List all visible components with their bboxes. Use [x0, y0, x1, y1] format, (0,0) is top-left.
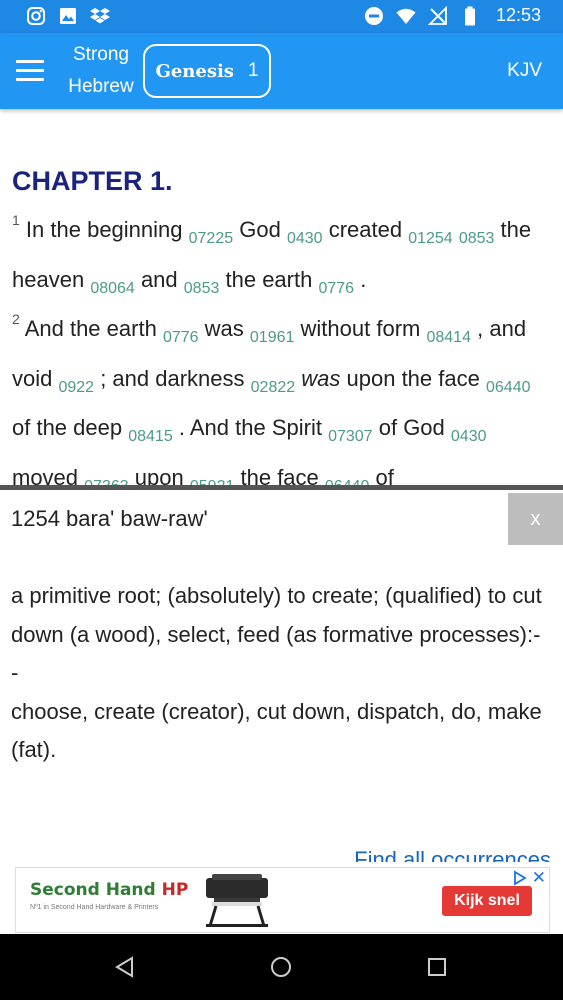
verse-text: .	[360, 266, 367, 292]
definition-line: a primitive root; (absolutely) to create…	[11, 583, 542, 608]
do-not-disturb-icon	[364, 6, 383, 25]
strong-number-link[interactable]: 06440	[486, 379, 531, 396]
verse-number: 1	[12, 212, 20, 228]
instagram-icon	[27, 7, 45, 25]
verse-text: and	[140, 266, 178, 292]
strong-number-link[interactable]: 01961	[250, 329, 295, 346]
menu-icon[interactable]	[16, 60, 44, 82]
battery-icon	[464, 6, 475, 25]
chapter-heading: CHAPTER 1.	[12, 166, 173, 196]
strong-label: Strong	[73, 44, 129, 65]
definition-line: choose, create (creator), cut down, disp…	[11, 698, 542, 763]
definition-body: a primitive root; (absolutely) to create…	[11, 577, 546, 770]
strong-number-link[interactable]: 0853	[459, 230, 495, 247]
hebrew-label: Hebrew	[68, 76, 134, 97]
verse-text: God	[239, 217, 281, 242]
verse-text: God	[403, 415, 445, 440]
strong-definition-panel: 1254 bara' baw-raw' x a primitive root; …	[0, 490, 563, 862]
book-name: Genesis	[155, 60, 234, 82]
strong-hebrew-toggle[interactable]: Strong Hebrew	[60, 39, 142, 103]
verse-text-italic: was	[301, 365, 341, 391]
verse-text: . And the Spirit	[178, 415, 322, 440]
chapter-number: 1	[247, 60, 259, 81]
verse-text: upon the	[346, 365, 433, 391]
app-bar: Strong Hebrew Genesis 1 KJV	[0, 33, 563, 109]
gallery-icon	[60, 8, 76, 24]
ad-close-icon[interactable]: ✕	[532, 868, 546, 888]
close-definition-button[interactable]: x	[508, 493, 563, 545]
strong-number-link[interactable]: 0853	[184, 280, 220, 297]
strong-number-link[interactable]: 07307	[328, 428, 373, 445]
version-selector[interactable]: KJV	[507, 60, 542, 82]
adchoices-icon[interactable]	[511, 870, 527, 886]
no-signal-icon	[427, 5, 447, 25]
verse-text: created	[328, 217, 403, 242]
strong-number-link[interactable]: 01254	[408, 230, 453, 247]
back-icon[interactable]	[113, 955, 137, 979]
verse-text: ,	[477, 316, 484, 341]
verse-text: face	[438, 365, 480, 391]
strong-number-link[interactable]: 08415	[128, 428, 173, 445]
strong-number-link[interactable]: 0776	[318, 280, 354, 297]
verse-text: of the deep	[12, 415, 123, 440]
strong-number-link[interactable]: 0776	[163, 329, 199, 346]
wifi-icon	[396, 8, 416, 24]
strong-number-link[interactable]: 08414	[426, 329, 471, 346]
verse-text: the earth	[225, 266, 313, 292]
bible-text-pane[interactable]: CHAPTER 1. 1 In the beginning 07225 God …	[0, 109, 563, 485]
definition-line: down (a wood), select, feed (as formativ…	[11, 621, 541, 686]
verse-text: upon	[134, 464, 184, 486]
strong-number-link[interactable]: 0922	[58, 379, 94, 396]
notification-icons	[26, 6, 110, 26]
verse-text: the face	[240, 464, 319, 486]
navigation-bar	[0, 934, 563, 1000]
strong-number-link[interactable]: 08064	[90, 280, 135, 297]
verse-text: ; and darkness	[100, 365, 245, 391]
ad-brand: Second Hand HP	[30, 880, 189, 900]
verse-number: 2	[12, 311, 20, 327]
strong-number-link[interactable]: 06440	[325, 478, 370, 486]
strong-number-link[interactable]: 07363	[84, 478, 129, 486]
strong-number-link[interactable]: 07225	[189, 230, 234, 247]
status-bar: 12:53	[0, 0, 563, 33]
ad-banner[interactable]: Second Hand HP Nº1 in Second Hand Hardwa…	[15, 867, 550, 933]
clock: 12:53	[495, 5, 541, 25]
ad-cta-button[interactable]: Kijk snel	[442, 886, 532, 916]
strong-number-link[interactable]: 05921	[190, 478, 235, 486]
verses: 1 In the beginning 07225 God 0430 create…	[12, 207, 552, 485]
home-icon[interactable]	[269, 955, 293, 979]
verse-text: of	[375, 464, 394, 486]
verse-text: was	[204, 316, 244, 341]
book-chapter-selector[interactable]: Genesis 1	[143, 44, 271, 98]
verse-text: In the beginning	[25, 217, 183, 242]
ad-tagline: Nº1 in Second Hand Hardware & Printers	[30, 904, 159, 911]
strong-number-link[interactable]: 0430	[287, 230, 323, 247]
verse-text: of	[378, 415, 398, 440]
printer-image	[206, 874, 268, 927]
find-all-occurrences-link[interactable]: Find all occurrences	[354, 847, 551, 862]
verse-text: And the earth	[24, 316, 157, 341]
ad-banner-area: Second Hand HP Nº1 in Second Hand Hardwa…	[0, 862, 563, 934]
verse-text: moved	[12, 464, 79, 486]
strong-number-link[interactable]: 0430	[451, 428, 487, 445]
system-icons: 12:53	[364, 5, 541, 26]
definition-title: 1254 bara' baw-raw'	[11, 506, 208, 531]
dropbox-icon	[90, 8, 110, 24]
verse-text: without form	[300, 316, 421, 341]
recents-icon[interactable]	[425, 955, 449, 979]
strong-number-link[interactable]: 02822	[251, 379, 296, 396]
